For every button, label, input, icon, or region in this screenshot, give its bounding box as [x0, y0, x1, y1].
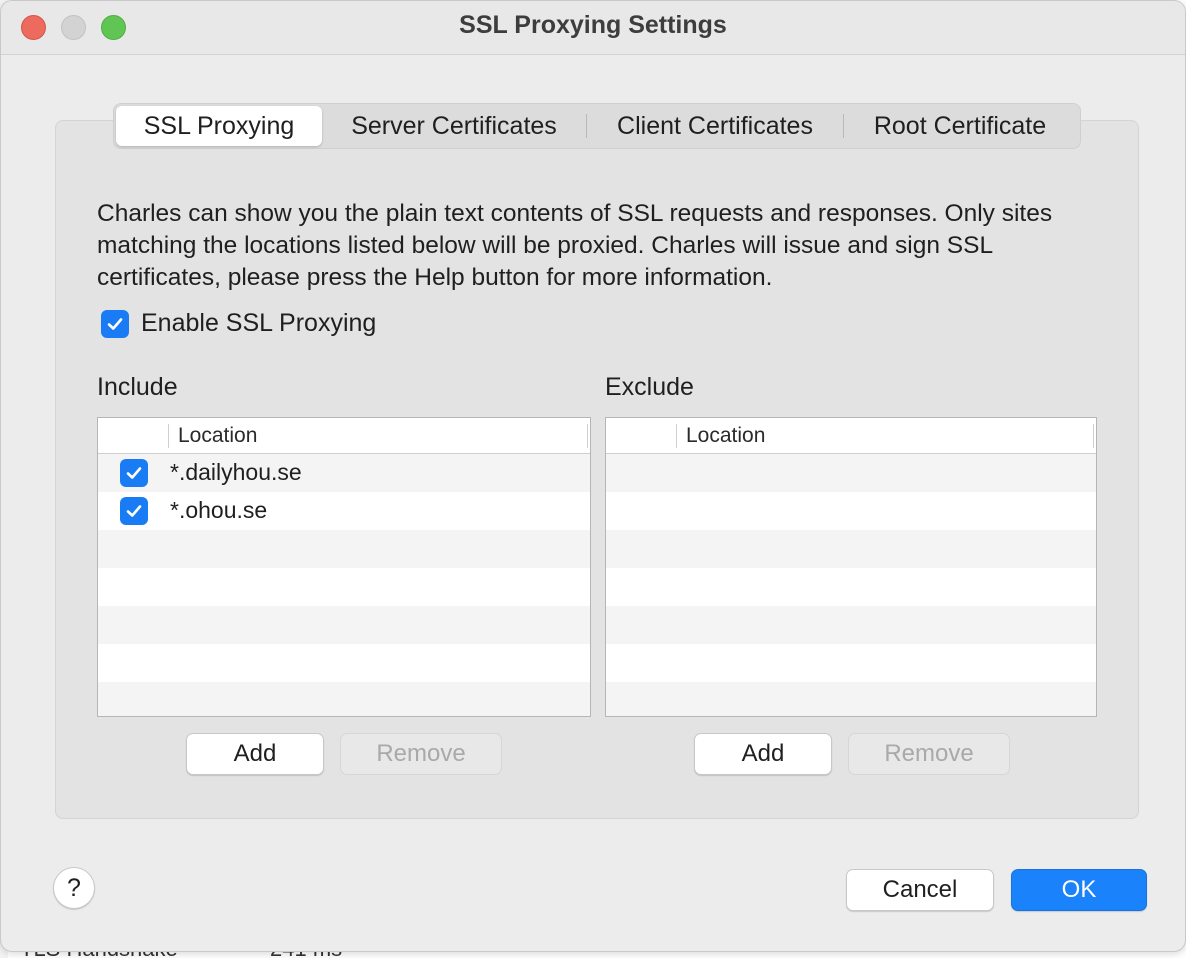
empty-row: [98, 644, 590, 682]
enable-ssl-proxying-checkbox[interactable]: [101, 310, 129, 338]
exclude-location-column-header[interactable]: Location: [686, 424, 765, 448]
include-table[interactable]: Location *.dailyhou.se *.ohou.se: [97, 417, 591, 717]
include-remove-button[interactable]: Remove: [340, 733, 502, 775]
enable-ssl-proxying-label[interactable]: Enable SSL Proxying: [141, 309, 376, 338]
include-label: Include: [97, 373, 178, 401]
empty-row: [606, 454, 1096, 492]
exclude-table-header: Location: [606, 418, 1096, 454]
checkmark-icon: [126, 505, 142, 517]
column-separator: [587, 424, 588, 448]
cancel-button[interactable]: Cancel: [846, 869, 994, 911]
exclude-remove-button[interactable]: Remove: [848, 733, 1010, 775]
include-table-header: Location: [98, 418, 590, 454]
include-row-checkbox[interactable]: [120, 497, 148, 525]
include-row-location: *.dailyhou.se: [170, 459, 302, 485]
empty-row: [606, 568, 1096, 606]
empty-row: [606, 606, 1096, 644]
help-button[interactable]: ?: [53, 867, 95, 909]
window-title: SSL Proxying Settings: [459, 11, 727, 39]
exclude-table[interactable]: Location: [605, 417, 1097, 717]
tab-server-certificates[interactable]: Server Certificates: [322, 106, 586, 146]
empty-row: [98, 530, 590, 568]
empty-row: [98, 606, 590, 644]
checkmark-icon: [126, 467, 142, 479]
table-row[interactable]: *.dailyhou.se: [98, 454, 590, 492]
empty-row: [606, 492, 1096, 530]
empty-row: [98, 568, 590, 606]
exclude-add-button[interactable]: Add: [694, 733, 832, 775]
include-location-column-header[interactable]: Location: [178, 424, 257, 448]
tab-ssl-proxying[interactable]: SSL Proxying: [116, 106, 322, 146]
column-separator: [168, 424, 169, 448]
tab-bar: SSL Proxying Server Certificates Client …: [113, 103, 1081, 149]
title-bar: SSL Proxying Settings: [1, 1, 1185, 55]
description-text: Charles can show you the plain text cont…: [97, 200, 1053, 291]
include-add-button[interactable]: Add: [186, 733, 324, 775]
ok-button[interactable]: OK: [1011, 869, 1147, 911]
empty-row: [98, 682, 590, 716]
exclude-label: Exclude: [605, 373, 694, 401]
tab-client-certificates[interactable]: Client Certificates: [587, 106, 843, 146]
checkmark-icon: [107, 318, 123, 330]
ssl-proxying-settings-window: SSL Proxying Settings SSL Proxying Serve…: [0, 0, 1186, 952]
table-row[interactable]: *.ohou.se: [98, 492, 590, 530]
empty-row: [606, 682, 1096, 716]
column-separator: [676, 424, 677, 448]
empty-row: [606, 530, 1096, 568]
include-row-location: *.ohou.se: [170, 497, 268, 523]
tab-root-certificate[interactable]: Root Certificate: [844, 106, 1076, 146]
include-row-checkbox[interactable]: [120, 459, 148, 487]
empty-row: [606, 644, 1096, 682]
column-separator: [1093, 424, 1094, 448]
